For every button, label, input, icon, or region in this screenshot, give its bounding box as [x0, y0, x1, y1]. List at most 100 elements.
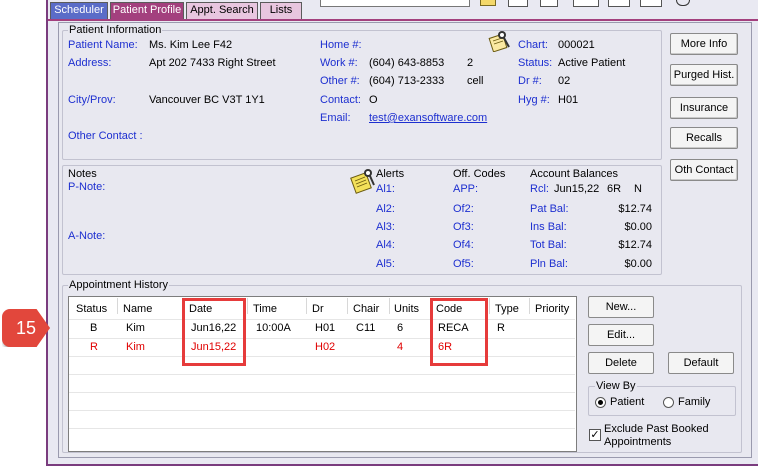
step-callout-badge: 15	[2, 309, 50, 347]
other-contact-button[interactable]: Oth Contact	[670, 159, 738, 181]
pat-bal-value: $12.74	[618, 203, 652, 215]
col-header-priority[interactable]: Priority	[535, 303, 569, 315]
col-divider	[306, 298, 307, 314]
col-header-time[interactable]: Time	[253, 303, 277, 315]
alert-4-label: Al4:	[376, 239, 395, 251]
exclude-past-booked-label-line2[interactable]: Appointments	[604, 436, 671, 448]
dr-value: 02	[558, 75, 571, 87]
row2-dr[interactable]: H02	[315, 341, 335, 353]
tab-patient-profile[interactable]: Patient Profile	[110, 2, 184, 19]
pln-bal-value: $0.00	[624, 258, 652, 270]
pln-bal-label: Pln Bal:	[530, 258, 568, 270]
recall-code: 6R	[607, 183, 622, 195]
appointment-history-title: Appointment History	[68, 279, 170, 291]
notepad-icon[interactable]	[488, 30, 512, 53]
a-note-label: A-Note:	[68, 230, 106, 242]
toolbar-icon-1[interactable]	[320, 0, 470, 7]
toolbar-icon-5[interactable]	[608, 0, 630, 7]
row-divider	[69, 338, 575, 339]
status-value: Active Patient	[558, 57, 626, 69]
row2-name[interactable]: Kim	[126, 341, 145, 353]
ins-bal-value: $0.00	[624, 221, 652, 233]
row2-status[interactable]: R	[90, 341, 98, 353]
off-code-5-label: Of5:	[453, 258, 474, 270]
recalls-button[interactable]: Recalls	[670, 127, 738, 149]
other-phone-label: Other #:	[320, 75, 360, 87]
address-value: Apt 202 7433 Right Street	[149, 57, 276, 69]
row-divider	[69, 319, 575, 320]
code-column-highlight	[430, 298, 488, 366]
city-prov-value: Vancouver BC V3T 1Y1	[149, 94, 265, 106]
col-header-dr[interactable]: Dr	[312, 303, 324, 315]
email-link[interactable]: test@exansoftware.com	[369, 112, 487, 124]
purged-history-button[interactable]: Purged Hist.	[670, 64, 738, 86]
row1-units[interactable]: 6	[397, 322, 403, 334]
recall-date: Jun15,22	[554, 183, 600, 195]
row-divider	[69, 374, 575, 375]
row1-type[interactable]: R	[497, 322, 505, 334]
view-by-patient-radio[interactable]	[595, 397, 606, 408]
row-divider	[69, 428, 575, 429]
off-code-1-label: APP:	[453, 183, 479, 195]
toolbar-icon-2[interactable]	[508, 0, 528, 7]
tab-lists[interactable]: Lists	[260, 2, 302, 19]
other-phone-value: (604) 713-2333	[369, 75, 445, 87]
alerts-title: Alerts	[376, 168, 405, 180]
chart-label: Chart:	[518, 39, 548, 51]
row1-name[interactable]: Kim	[126, 322, 145, 334]
col-header-units[interactable]: Units	[394, 303, 419, 315]
ins-bal-label: Ins Bal:	[530, 221, 567, 233]
row1-chair[interactable]: C11	[356, 322, 375, 334]
exclude-past-booked-checkbox[interactable]: ✓	[589, 429, 601, 441]
work-phone-value: (604) 643-8853	[369, 57, 445, 69]
hyg-value: H01	[558, 94, 579, 106]
more-info-button[interactable]: More Info	[670, 33, 738, 55]
tab-scheduler[interactable]: Scheduler	[50, 2, 108, 19]
row2-units[interactable]: 4	[397, 341, 403, 353]
tab-underline	[48, 19, 758, 21]
recall-label: Rcl:	[530, 183, 549, 195]
col-divider	[529, 298, 530, 314]
date-column-highlight	[182, 298, 246, 366]
view-by-family-radio[interactable]	[663, 397, 674, 408]
status-label: Status:	[518, 57, 553, 69]
off-codes-title: Off. Codes	[453, 168, 506, 180]
p-note-label: P-Note:	[68, 181, 106, 193]
col-header-name[interactable]: Name	[123, 303, 152, 315]
alert-notepad-icon[interactable]	[349, 167, 377, 195]
other-contact-label: Other Contact :	[68, 130, 143, 142]
toolbar-icon-6[interactable]	[640, 0, 662, 7]
default-button[interactable]: Default	[668, 352, 734, 374]
off-code-4-label: Of4:	[453, 239, 474, 251]
toolbar-icon-4[interactable]	[573, 0, 599, 7]
col-header-status[interactable]: Status	[76, 303, 107, 315]
col-header-chair[interactable]: Chair	[353, 303, 379, 315]
notepad-icon[interactable]	[480, 0, 496, 6]
exclude-past-booked-label-line1[interactable]: Exclude Past Booked	[604, 423, 709, 435]
contact-label: Contact:	[320, 94, 361, 106]
col-divider	[247, 298, 248, 314]
patient-info-title: Patient Information	[68, 24, 163, 36]
toolbar-icon-3[interactable]	[540, 0, 558, 7]
view-by-patient-label[interactable]: Patient	[610, 396, 644, 408]
off-code-3-label: Of3:	[453, 221, 474, 233]
row1-dr[interactable]: H01	[315, 322, 335, 334]
col-header-type[interactable]: Type	[495, 303, 519, 315]
alert-1-label: Al1:	[376, 183, 395, 195]
off-code-2-label: Of2:	[453, 203, 474, 215]
delete-appointment-button[interactable]: Delete	[588, 352, 654, 374]
row1-time[interactable]: 10:00A	[256, 322, 291, 334]
other-phone-type: cell	[467, 75, 484, 87]
insurance-button[interactable]: Insurance	[670, 97, 738, 119]
alert-2-label: Al2:	[376, 203, 395, 215]
row1-status[interactable]: B	[90, 322, 97, 334]
dr-label: Dr #:	[518, 75, 542, 87]
view-by-family-label[interactable]: Family	[678, 396, 710, 408]
new-appointment-button[interactable]: New...	[588, 296, 654, 318]
alert-5-label: Al5:	[376, 258, 395, 270]
tab-appt-search[interactable]: Appt. Search	[186, 2, 258, 19]
col-divider	[117, 298, 118, 314]
city-prov-label: City/Prov:	[68, 94, 116, 106]
home-phone-label: Home #:	[320, 39, 362, 51]
edit-appointment-button[interactable]: Edit...	[588, 324, 654, 346]
